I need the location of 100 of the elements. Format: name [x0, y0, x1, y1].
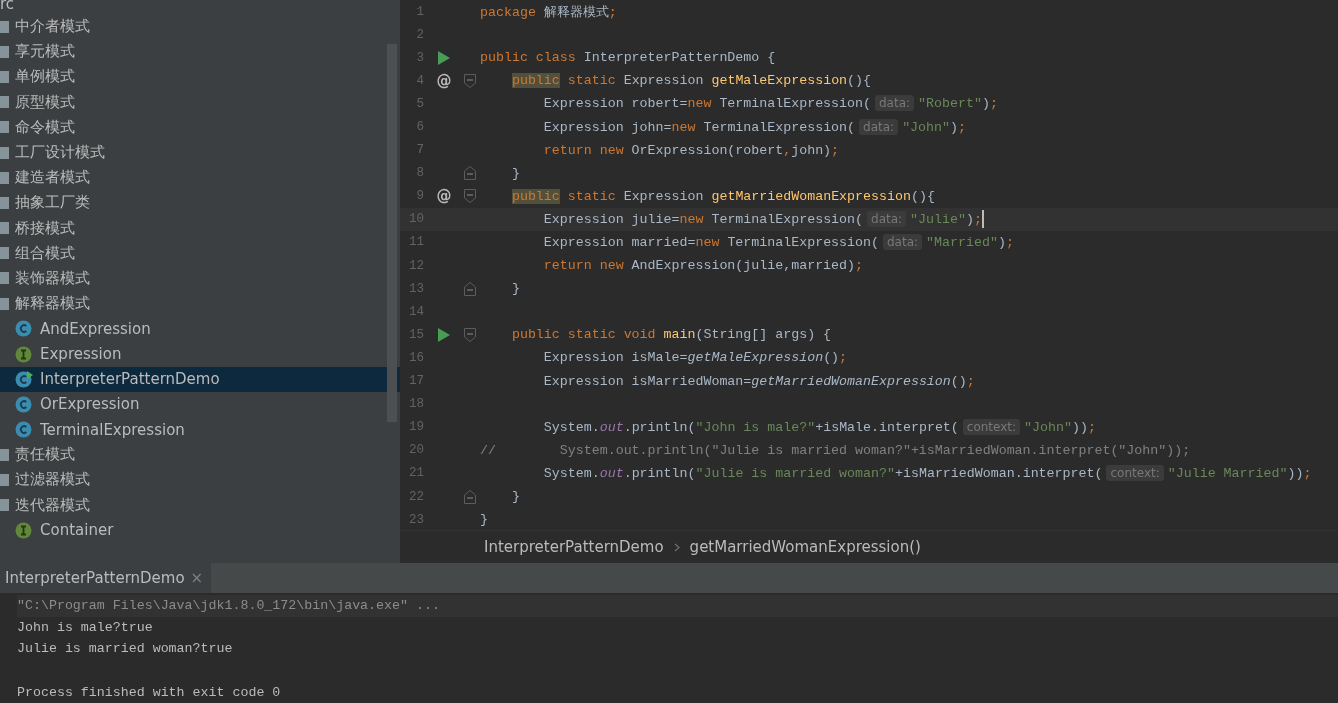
breadcrumb-item[interactable]: getMarriedWomanExpression()	[689, 538, 921, 557]
fold-icon[interactable]	[464, 327, 476, 342]
code-line: Expression john=new TerminalExpression( data: "John");	[542, 119, 966, 135]
line-number: 18	[408, 397, 424, 412]
code-line: }	[510, 489, 520, 504]
package-icon	[0, 196, 9, 209]
console-line: Julie is married woman?true	[17, 641, 233, 657]
code-line: return new OrExpression(robert,john);	[542, 142, 840, 158]
line-number: 6	[415, 120, 424, 134]
tree-item[interactable]: InterpreterPatternDemo	[0, 366, 400, 392]
line-number: 23	[408, 512, 424, 527]
line-number: 5	[415, 96, 424, 111]
run-icon[interactable]	[438, 50, 450, 65]
line-number: 20	[408, 443, 424, 458]
tree-item[interactable]: TerminalExpression	[0, 417, 400, 443]
tree-item[interactable]: 解释器模式	[0, 291, 400, 317]
package-icon	[0, 96, 9, 109]
code-line: Expression julie=new TerminalExpression( data: "Julie");	[542, 211, 982, 227]
code-line: public class InterpreterPatternDemo {	[480, 50, 776, 66]
line-number: 14	[408, 304, 424, 319]
scrollbar-thumb[interactable]	[387, 44, 397, 422]
tree-item[interactable]: AndExpression	[0, 316, 400, 342]
package-icon	[0, 146, 9, 159]
code-line: Expression robert=new TerminalExpression( data: "Robert");	[542, 96, 998, 112]
console-line: John is male?true	[17, 619, 153, 635]
line-number: 17	[408, 374, 424, 389]
tree-item[interactable]: Expression	[0, 341, 400, 367]
tree-item[interactable]: 组合模式	[0, 240, 400, 266]
package-icon	[0, 448, 9, 461]
tree-item[interactable]: 命令模式	[0, 114, 400, 140]
package-icon	[0, 297, 9, 310]
code-line: }	[510, 281, 520, 297]
code-line: // System.out.println("Julie is married woman?"+isMarriedWoman.interpret("John"));	[480, 442, 1191, 458]
line-number: 21	[408, 466, 424, 481]
fold-icon[interactable]	[464, 166, 476, 181]
tree-item[interactable]: 迭代器模式	[0, 492, 400, 518]
override-marker[interactable]: @	[436, 71, 452, 90]
line-number: 1	[415, 4, 424, 19]
tree-item[interactable]: 中介者模式	[0, 14, 400, 40]
class-icon	[15, 370, 34, 388]
interface-icon	[15, 521, 34, 539]
run-icon[interactable]	[438, 327, 450, 342]
line-number: 19	[408, 420, 424, 435]
code-line: }	[510, 165, 520, 181]
line-number: 2	[415, 27, 424, 42]
code-line: System.out.println("Julie is married woman?"+isMarriedWoman.interpret( context: "Julie Married"));	[542, 465, 1312, 481]
code-line: }	[480, 512, 488, 528]
code-line: System.out.println("John is male?"+isMale.interpret( context: "John"));	[542, 419, 1096, 435]
line-number: 16	[408, 350, 424, 365]
tree-item[interactable]: OrExpression	[0, 391, 400, 417]
code-line: Expression isMarriedWoman=getMarriedWomanExpression();	[542, 373, 975, 389]
line-number: 13	[408, 281, 424, 296]
tree-item[interactable]: 工厂设计模式	[0, 139, 400, 166]
tree-root-label[interactable]: rc	[0, 0, 400, 14]
tree-item[interactable]: 过滤器模式	[0, 467, 400, 493]
line-number: 4	[415, 73, 424, 88]
tree-item[interactable]: 装饰器模式	[0, 265, 400, 292]
package-icon	[0, 499, 9, 512]
fold-icon[interactable]	[464, 489, 476, 504]
line-number: 22	[408, 489, 424, 504]
tree-item[interactable]: 享元模式	[0, 39, 400, 65]
line-number: 3	[415, 50, 424, 65]
line-number: 15	[408, 327, 424, 342]
package-icon	[0, 473, 9, 486]
code-line: public static Expression getMarriedWomanExpression(){	[510, 188, 935, 204]
line-number: 8	[415, 166, 424, 181]
run-tab[interactable]: InterpreterPatternDemo ×	[0, 563, 212, 593]
line-number: 12	[408, 258, 424, 273]
class-icon	[15, 320, 34, 338]
tree-item[interactable]: Container	[0, 517, 400, 543]
breadcrumb-item[interactable]: InterpreterPatternDemo	[484, 538, 664, 557]
fold-icon[interactable]	[464, 73, 476, 88]
code-line: public static Expression getMaleExpression(){	[510, 73, 872, 89]
tree-item[interactable]: 原型模式	[0, 89, 400, 115]
code-line: public static void main(String[] args) {	[510, 327, 832, 343]
line-number: 11	[408, 235, 424, 250]
tree-item[interactable]: 单例模式	[0, 64, 400, 90]
fold-icon[interactable]	[464, 281, 476, 296]
interface-icon	[15, 345, 34, 363]
line-number: 7	[415, 143, 424, 158]
tree-item[interactable]: 建造者模式	[0, 165, 400, 191]
code-line: package 解释器模式;	[480, 3, 617, 21]
fold-icon[interactable]	[464, 189, 476, 204]
code-line: return new AndExpression(julie,married);	[542, 258, 864, 274]
package-icon	[0, 121, 9, 134]
override-marker[interactable]: @	[436, 187, 452, 206]
line-number: 9	[415, 189, 424, 204]
code-line: Expression isMale=getMaleExpression();	[542, 350, 848, 366]
package-icon	[0, 222, 9, 235]
console-line: Process finished with exit code 0	[17, 684, 281, 700]
tree-item[interactable]: 责任模式	[0, 442, 400, 468]
class-icon	[15, 395, 34, 413]
tree-item[interactable]: 桥接模式	[0, 215, 400, 241]
package-icon	[0, 171, 9, 184]
package-icon	[0, 20, 9, 33]
code-line: Expression married=new TerminalExpression( data: "Married");	[542, 235, 1014, 250]
package-icon	[0, 247, 9, 260]
tree-item[interactable]: 抽象工厂类	[0, 190, 400, 216]
package-icon	[0, 70, 9, 83]
class-icon	[15, 421, 34, 439]
